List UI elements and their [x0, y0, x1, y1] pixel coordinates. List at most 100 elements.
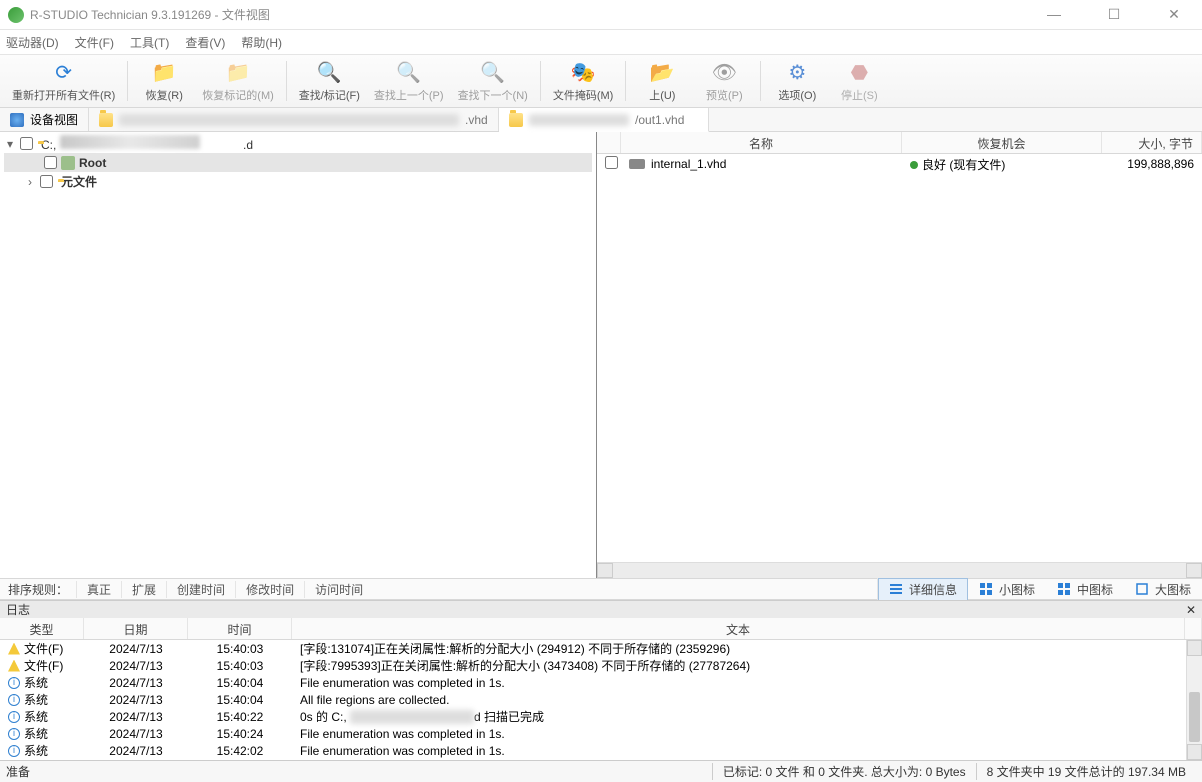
- log-col-time[interactable]: 时间: [188, 618, 292, 639]
- log-col-text[interactable]: 文本: [292, 618, 1185, 639]
- view-medium-button[interactable]: 中图标: [1046, 578, 1124, 601]
- col-name[interactable]: 名称: [621, 132, 902, 153]
- folder-tree[interactable]: ▾ C:, .d Root › 元文件: [0, 132, 596, 578]
- tree-checkbox[interactable]: [40, 175, 53, 188]
- tab-devices[interactable]: 设备视图: [0, 108, 89, 131]
- find-prev-icon: 🔍: [396, 59, 422, 85]
- recover-button[interactable]: 📁恢复(R): [134, 57, 194, 105]
- log-col-date[interactable]: 日期: [84, 618, 188, 639]
- log-row[interactable]: i系统2024/7/1315:40:24File enumeration was…: [0, 725, 1186, 742]
- find-next-button[interactable]: 🔍查找下一个(N): [452, 57, 534, 105]
- log-row[interactable]: 文件(F)2024/7/1315:40:03[字段:131074]正在关闭属性:…: [0, 640, 1186, 657]
- v-scrollbar[interactable]: [1186, 640, 1202, 760]
- log-col-type[interactable]: 类型: [0, 618, 84, 639]
- tree-row[interactable]: › 元文件: [4, 172, 592, 191]
- h-scrollbar[interactable]: [597, 562, 1202, 578]
- small-icons-icon: [979, 582, 993, 596]
- maximize-button[interactable]: ☐: [1094, 6, 1134, 23]
- scroll-track[interactable]: [613, 563, 1186, 578]
- log-row[interactable]: i系统2024/7/1315:40:04All file regions are…: [0, 691, 1186, 708]
- medium-icons-icon: [1057, 582, 1071, 596]
- log-row[interactable]: i系统2024/7/1315:42:02File enumeration was…: [0, 742, 1186, 759]
- tree-checkbox[interactable]: [20, 137, 33, 150]
- menu-file[interactable]: 文件(F): [75, 34, 114, 51]
- disk-icon: [10, 113, 24, 127]
- menu-drives[interactable]: 驱动器(D): [6, 34, 59, 51]
- col-size[interactable]: 大小, 字节: [1102, 132, 1202, 153]
- expander-icon[interactable]: ▾: [4, 137, 16, 151]
- window-buttons: ― ☐ ✕: [1034, 6, 1194, 23]
- view-small-button[interactable]: 小图标: [968, 578, 1046, 601]
- sort-mtime[interactable]: 修改时间: [235, 581, 304, 598]
- minimize-button[interactable]: ―: [1034, 6, 1074, 23]
- view-large-button[interactable]: 大图标: [1124, 578, 1202, 601]
- log-time: 15:40:04: [188, 693, 292, 707]
- menu-tools[interactable]: 工具(T): [130, 34, 169, 51]
- close-log-button[interactable]: ✕: [1186, 603, 1196, 617]
- info-icon: i: [8, 677, 20, 689]
- log-row[interactable]: 文件(F)2024/7/1315:40:03[字段:7995393]正在关闭属性…: [0, 657, 1186, 674]
- tab-devices-label: 设备视图: [30, 111, 78, 128]
- file-checkbox[interactable]: [605, 156, 618, 169]
- find-prev-button[interactable]: 🔍查找上一个(P): [368, 57, 450, 105]
- log-text: File enumeration was completed in 1s.: [292, 744, 1186, 758]
- tab-strip: 设备视图 redacted .vhd redacted /out1.vhd: [0, 108, 1202, 132]
- scroll-down-icon[interactable]: [1187, 744, 1202, 760]
- log-row[interactable]: i系统2024/7/1315:40:220s 的 C:, xxxxxxxxxxx…: [0, 708, 1186, 725]
- tree-row[interactable]: Root: [4, 153, 592, 172]
- find-mark-button[interactable]: 🔍查找/标记(F): [293, 57, 366, 105]
- expander-icon[interactable]: ›: [24, 175, 36, 189]
- sort-bar: 排序规则： 真正 扩展 创建时间 修改时间 访问时间 详细信息 小图标 中图标 …: [0, 578, 1202, 600]
- col-checkbox[interactable]: [597, 132, 621, 153]
- file-mask-button[interactable]: 🎭文件掩码(M): [547, 57, 620, 105]
- recover-marked-button[interactable]: 📁恢复标记的(M): [196, 57, 280, 105]
- status-bar: 准备 已标记: 0 文件 和 0 文件夹. 总大小为: 0 Bytes 8 文件…: [0, 760, 1202, 782]
- log-header: 日志 ✕: [0, 600, 1202, 618]
- preview-button[interactable]: 👁预览(P): [694, 57, 754, 105]
- tab-vhd-2[interactable]: redacted /out1.vhd: [499, 108, 709, 132]
- file-row[interactable]: internal_1.vhd 良好 (现有文件) 199,888,896: [597, 154, 1202, 174]
- sort-ctime[interactable]: 创建时间: [166, 581, 235, 598]
- recover-icon: 📁: [151, 59, 177, 85]
- log-row[interactable]: i系统2024/7/1315:42:02All file regions are…: [0, 759, 1186, 760]
- close-button[interactable]: ✕: [1154, 6, 1194, 23]
- redacted-text: redacted: [529, 114, 629, 126]
- stop-button[interactable]: ⬣停止(S): [829, 57, 889, 105]
- log-date: 2024/7/13: [84, 693, 188, 707]
- toolbar: ⟳重新打开所有文件(R) 📁恢复(R) 📁恢复标记的(M) 🔍查找/标记(F) …: [0, 54, 1202, 108]
- status-dot-icon: [910, 161, 918, 169]
- sort-ext[interactable]: 扩展: [121, 581, 166, 598]
- reopen-button[interactable]: ⟳重新打开所有文件(R): [6, 57, 121, 105]
- log-time: 15:40:22: [188, 710, 292, 724]
- sort-atime[interactable]: 访问时间: [304, 581, 373, 598]
- menu-help[interactable]: 帮助(H): [241, 34, 282, 51]
- col-recovery[interactable]: 恢复机会: [902, 132, 1102, 153]
- view-details-button[interactable]: 详细信息: [878, 578, 968, 601]
- log-time: 15:40:03: [188, 642, 292, 656]
- tree-checkbox[interactable]: [44, 156, 57, 169]
- log-type: 系统: [24, 674, 48, 691]
- up-button[interactable]: 📂上(U): [632, 57, 692, 105]
- binoculars-icon: 🔍: [316, 59, 342, 85]
- log-row[interactable]: i系统2024/7/1315:40:04File enumeration was…: [0, 674, 1186, 691]
- log-date: 2024/7/13: [84, 659, 188, 673]
- tree-label: 元文件: [61, 173, 97, 190]
- scroll-left-icon[interactable]: [597, 563, 613, 578]
- log-type: 文件(F): [24, 657, 63, 674]
- app-icon: [8, 7, 24, 23]
- log-date: 2024/7/13: [84, 676, 188, 690]
- file-list-body[interactable]: internal_1.vhd 良好 (现有文件) 199,888,896: [597, 154, 1202, 562]
- warning-icon: [8, 660, 20, 672]
- tree-row[interactable]: ▾ C:, .d: [4, 134, 592, 153]
- log-body[interactable]: 文件(F)2024/7/1315:40:03[字段:131074]正在关闭属性:…: [0, 640, 1202, 760]
- tab-suffix-label: /out1.vhd: [635, 113, 684, 127]
- scroll-right-icon[interactable]: [1186, 563, 1202, 578]
- tab-vhd-1[interactable]: redacted .vhd: [89, 108, 499, 131]
- sort-real[interactable]: 真正: [76, 581, 121, 598]
- menu-view[interactable]: 查看(V): [185, 34, 225, 51]
- scroll-up-icon[interactable]: [1187, 640, 1202, 656]
- scroll-thumb[interactable]: [1189, 692, 1200, 742]
- options-button[interactable]: ⚙选项(O): [767, 57, 827, 105]
- menu-bar: 驱动器(D) 文件(F) 工具(T) 查看(V) 帮助(H): [0, 30, 1202, 54]
- file-name: internal_1.vhd: [651, 157, 726, 171]
